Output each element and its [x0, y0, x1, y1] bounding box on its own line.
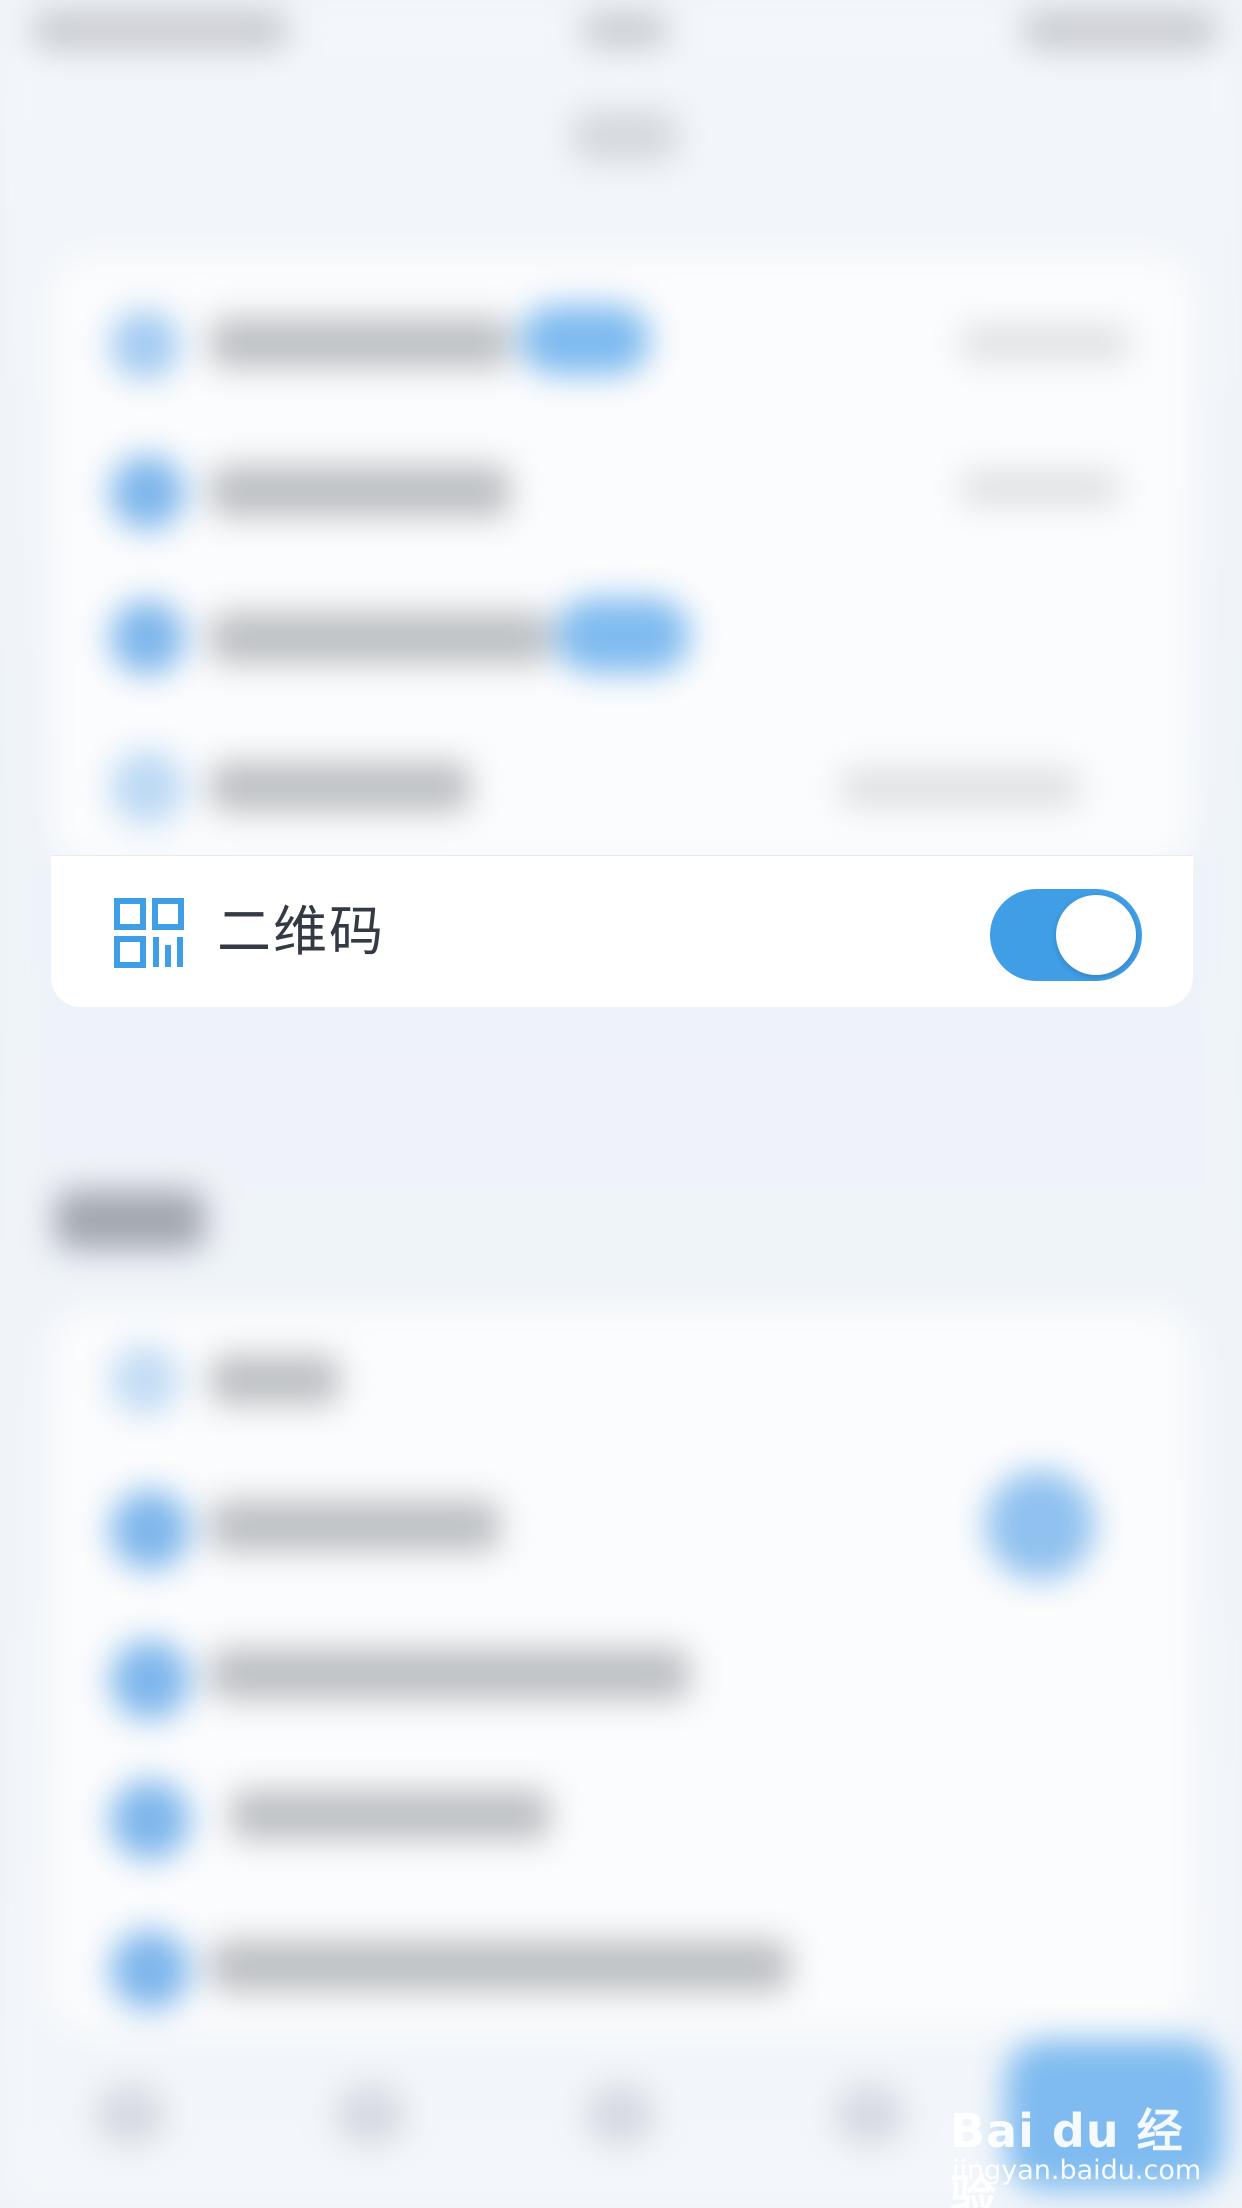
qr-code-setting-label: 二维码 — [217, 900, 385, 963]
baidu-jingyan-watermark: Bai du 经验 jingyan.baidu.com — [950, 2095, 1230, 2208]
qr-code-toggle[interactable] — [990, 889, 1142, 981]
qr-code-icon — [114, 898, 184, 968]
blurred-background — [0, 0, 1242, 2208]
watermark-logo: Bai du 经验 — [950, 2104, 1184, 2208]
toggle-knob — [1056, 895, 1136, 975]
qr-code-setting-row[interactable]: 二维码 — [51, 855, 1193, 1007]
watermark-url: jingyan.baidu.com — [952, 2155, 1202, 2186]
